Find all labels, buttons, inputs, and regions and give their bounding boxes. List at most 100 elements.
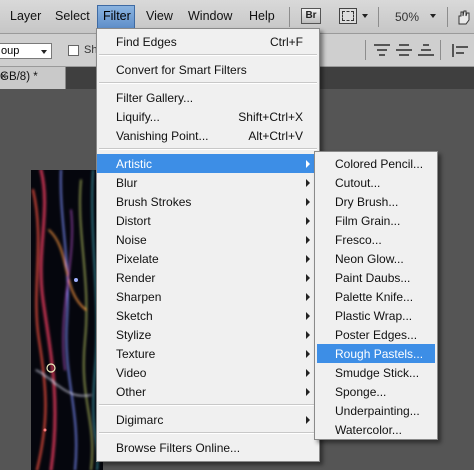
submenu-item-neon-glow[interactable]: Neon Glow... [317,249,435,268]
submenu-item-rough-pastels[interactable]: Rough Pastels... [317,344,435,363]
submenu-item-label: Dry Brush... [335,195,399,209]
optbar-divider [440,40,441,60]
menu-item-video[interactable]: Video [97,363,319,382]
submenu-arrow-icon [306,350,310,358]
menu-item-render[interactable]: Render [97,268,319,287]
document-tab[interactable]: GB/8) * × [0,67,66,89]
menu-item-brush-strokes[interactable]: Brush Strokes [97,192,319,211]
menu-item-distort[interactable]: Distort [97,211,319,230]
align-left-icon[interactable] [452,43,468,57]
menu-item-label: Find Edges [116,35,177,49]
menu-separator [99,432,317,434]
menu-item-pixelate[interactable]: Pixelate [97,249,319,268]
submenu-item-palette-knife[interactable]: Palette Knife... [317,287,435,306]
submenu-item-label: Underpainting... [335,404,420,418]
submenu-arrow-icon [306,217,310,225]
chevron-down-icon [41,50,47,54]
submenu-item-dry-brush[interactable]: Dry Brush... [317,192,435,211]
menu-item-shortcut: Ctrl+F [270,35,303,49]
menu-item-label: Liquify... [116,110,160,124]
artistic-submenu: Colored Pencil... Cutout... Dry Brush...… [314,151,438,440]
submenu-item-underpainting[interactable]: Underpainting... [317,401,435,420]
align-bottom-icon[interactable] [418,43,434,57]
menu-item-label: Convert for Smart Filters [116,63,247,77]
submenu-arrow-icon [306,198,310,206]
canvas-image[interactable] [31,170,103,470]
submenu-item-fresco[interactable]: Fresco... [317,230,435,249]
submenu-item-label: Paint Daubs... [335,271,411,285]
menu-item-label: Texture [116,347,156,361]
menu-item-sharpen[interactable]: Sharpen [97,287,319,306]
menu-item-filter-gallery[interactable]: Filter Gallery... [97,88,319,107]
menu-item-find-edges[interactable]: Find Edges Ctrl+F [97,32,319,51]
submenu-item-label: Neon Glow... [335,252,404,266]
auto-select-value: oup [1,45,20,57]
hand-tool-icon[interactable] [455,9,471,25]
submenu-item-sponge[interactable]: Sponge... [317,382,435,401]
submenu-item-cutout[interactable]: Cutout... [317,173,435,192]
menu-item-vanishing-point[interactable]: Vanishing Point... Alt+Ctrl+V [97,126,319,145]
bridge-button[interactable]: Br [301,8,321,24]
submenu-item-label: Colored Pencil... [335,157,424,171]
menu-filter[interactable]: Filter [97,5,135,29]
menu-separator [99,148,317,150]
menu-item-blur[interactable]: Blur [97,173,319,192]
submenu-item-film-grain[interactable]: Film Grain... [317,211,435,230]
menubar-divider [378,7,379,27]
menu-item-artistic[interactable]: Artistic [97,154,319,173]
menu-select[interactable]: Select [55,9,90,23]
menu-item-liquify[interactable]: Liquify... Shift+Ctrl+X [97,107,319,126]
submenu-arrow-icon [306,236,310,244]
submenu-item-label: Sponge... [335,385,387,399]
chevron-down-icon[interactable] [362,14,368,18]
menu-item-texture[interactable]: Texture [97,344,319,363]
submenu-item-label: Rough Pastels... [335,347,424,361]
menu-item-label: Browse Filters Online... [116,441,241,455]
menu-layer[interactable]: Layer [10,9,41,23]
menu-separator [99,404,317,406]
menu-item-browse-filters-online[interactable]: Browse Filters Online... [97,438,319,457]
menu-item-noise[interactable]: Noise [97,230,319,249]
menu-item-label: Vanishing Point... [116,129,209,143]
menu-filter-label: Filter [103,9,131,23]
menu-item-label: Blur [116,176,138,190]
submenu-item-watercolor[interactable]: Watercolor... [317,420,435,439]
submenu-item-label: Poster Edges... [335,328,418,342]
submenu-arrow-icon [306,416,310,424]
submenu-item-label: Palette Knife... [335,290,414,304]
submenu-arrow-icon [306,274,310,282]
submenu-item-paint-daubs[interactable]: Paint Daubs... [317,268,435,287]
show-transform-checkbox[interactable] [68,45,79,56]
align-top-icon[interactable] [374,43,390,57]
zoom-dropdown-icon[interactable] [430,14,436,18]
menu-item-label: Filter Gallery... [116,91,194,105]
submenu-arrow-icon [306,312,310,320]
menu-item-label: Stylize [116,328,152,342]
menu-item-digimarc[interactable]: Digimarc [97,410,319,429]
menu-help[interactable]: Help [249,9,275,23]
submenu-item-plastic-wrap[interactable]: Plastic Wrap... [317,306,435,325]
menu-item-sketch[interactable]: Sketch [97,306,319,325]
menu-item-other[interactable]: Other [97,382,319,401]
menu-item-label: Artistic [116,157,152,171]
zoom-level[interactable]: 50% [395,10,419,24]
align-vcenter-icon[interactable] [396,43,412,57]
menu-item-label: Noise [116,233,147,247]
menu-item-convert-smart-filters[interactable]: Convert for Smart Filters [97,60,319,79]
menu-item-stylize[interactable]: Stylize [97,325,319,344]
menu-window[interactable]: Window [188,9,232,23]
menu-item-shortcut: Alt+Ctrl+V [248,129,303,143]
close-icon[interactable]: × [0,71,7,83]
menu-item-shortcut: Shift+Ctrl+X [238,110,303,124]
menu-view[interactable]: View [146,9,173,23]
menu-item-label: Digimarc [116,413,164,427]
submenu-item-colored-pencil[interactable]: Colored Pencil... [317,154,435,173]
submenu-item-smudge-stick[interactable]: Smudge Stick... [317,363,435,382]
submenu-item-label: Smudge Stick... [335,366,420,380]
submenu-arrow-icon [306,388,310,396]
submenu-item-poster-edges[interactable]: Poster Edges... [317,325,435,344]
menu-item-label: Sharpen [116,290,162,304]
menu-item-label: Sketch [116,309,153,323]
screen-layout-icon[interactable] [339,8,357,24]
auto-select-dropdown[interactable]: oup [0,43,52,59]
